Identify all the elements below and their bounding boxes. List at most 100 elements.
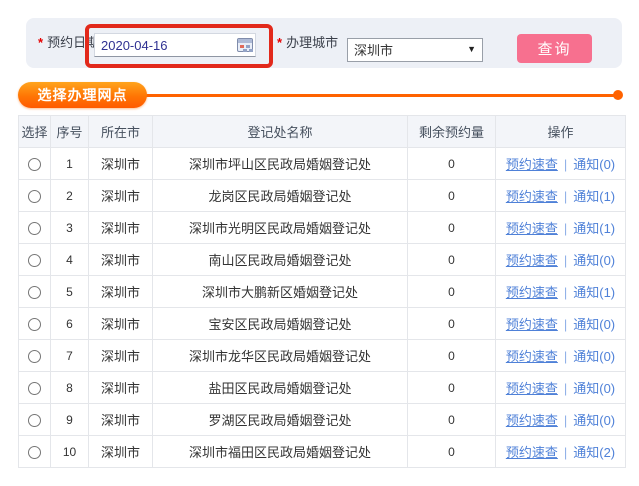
column-header-select: 选择: [19, 116, 51, 148]
site-radio[interactable]: [28, 190, 41, 203]
column-header-city: 所在市: [89, 116, 153, 148]
row-remaining-count: 0: [408, 372, 496, 404]
row-registry-name: 南山区民政局婚姻登记处: [153, 244, 408, 276]
quick-check-link[interactable]: 预约速查: [506, 413, 558, 428]
quick-check-link[interactable]: 预约速查: [506, 285, 558, 300]
row-registry-name: 深圳市福田区民政局婚姻登记处: [153, 436, 408, 468]
table-row: 6 深圳市 宝安区民政局婚姻登记处 0 预约速查|通知(0): [19, 308, 626, 340]
city-select[interactable]: 深圳市: [347, 38, 483, 62]
row-registry-name: 深圳市光明区民政局婚姻登记处: [153, 212, 408, 244]
site-radio[interactable]: [28, 446, 41, 459]
column-header-number: 序号: [51, 116, 89, 148]
row-city: 深圳市: [89, 308, 153, 340]
row-registry-name: 罗湖区民政局婚姻登记处: [153, 404, 408, 436]
notify-link[interactable]: 通知(0): [573, 317, 615, 332]
quick-check-link[interactable]: 预约速查: [506, 317, 558, 332]
section-divider-line: [140, 94, 618, 97]
link-separator: |: [564, 253, 567, 268]
row-remaining-count: 0: [408, 404, 496, 436]
row-registry-name: 深圳市大鹏新区婚姻登记处: [153, 276, 408, 308]
row-number: 3: [51, 212, 89, 244]
site-radio[interactable]: [28, 222, 41, 235]
site-radio[interactable]: [28, 318, 41, 331]
quick-check-link[interactable]: 预约速查: [506, 157, 558, 172]
site-radio[interactable]: [28, 414, 41, 427]
row-remaining-count: 0: [408, 276, 496, 308]
row-number: 5: [51, 276, 89, 308]
row-registry-name: 深圳市龙华区民政局婚姻登记处: [153, 340, 408, 372]
notify-link[interactable]: 通知(1): [573, 189, 615, 204]
row-city: 深圳市: [89, 180, 153, 212]
column-header-remaining: 剩余预约量: [408, 116, 496, 148]
row-city: 深圳市: [89, 372, 153, 404]
notify-link[interactable]: 通知(0): [573, 253, 615, 268]
table-row: 2 深圳市 龙岗区民政局婚姻登记处 0 预约速查|通知(1): [19, 180, 626, 212]
row-number: 8: [51, 372, 89, 404]
link-separator: |: [564, 189, 567, 204]
notify-link[interactable]: 通知(0): [573, 157, 615, 172]
row-city: 深圳市: [89, 212, 153, 244]
row-number: 4: [51, 244, 89, 276]
row-remaining-count: 0: [408, 180, 496, 212]
row-number: 10: [51, 436, 89, 468]
table-row: 7 深圳市 深圳市龙华区民政局婚姻登记处 0 预约速查 | 通知(0): [19, 340, 626, 372]
row-number: 1: [51, 148, 89, 180]
row-remaining-count: 0: [408, 340, 496, 372]
link-separator: |: [564, 221, 567, 236]
table-row: 1 深圳市 深圳市坪山区民政局婚姻登记处 0 预约速查|通知(0): [19, 148, 626, 180]
link-separator: |: [564, 381, 567, 396]
notify-link[interactable]: 通知(1): [573, 221, 615, 236]
table-row: 10 深圳市 深圳市福田区民政局婚姻登记处 0 预约速查 | 通知(2): [19, 436, 626, 468]
site-radio[interactable]: [28, 286, 41, 299]
row-city: 深圳市: [89, 276, 153, 308]
row-number: 7: [51, 340, 89, 372]
quick-check-link[interactable]: 预约速查: [506, 381, 558, 396]
quick-check-link[interactable]: 预约速查: [506, 445, 558, 460]
table-row: 3 深圳市 深圳市光明区民政局婚姻登记处 0 预约速查 | 通知(1): [19, 212, 626, 244]
table-header-row: 选择 序号 所在市 登记处名称 剩余预约量 操作: [19, 116, 626, 148]
notify-link[interactable]: 通知(1): [573, 285, 615, 300]
site-radio[interactable]: [28, 254, 41, 267]
notify-link[interactable]: 通知(0): [573, 413, 615, 428]
table-row: 4 深圳市 南山区民政局婚姻登记处 0 预约速查|通知(0): [19, 244, 626, 276]
row-registry-name: 龙岗区民政局婚姻登记处: [153, 180, 408, 212]
site-radio[interactable]: [28, 158, 41, 171]
table-body: 1 深圳市 深圳市坪山区民政局婚姻登记处 0 预约速查|通知(0) 2 深圳市 …: [19, 148, 626, 468]
quick-check-link[interactable]: 预约速查: [506, 221, 558, 236]
column-header-actions: 操作: [496, 116, 626, 148]
quick-check-link[interactable]: 预约速查: [506, 253, 558, 268]
city-field-label: *办理城市: [277, 18, 338, 68]
query-button[interactable]: 查询: [517, 34, 592, 63]
row-city: 深圳市: [89, 244, 153, 276]
required-marker: *: [277, 35, 282, 50]
quick-check-link[interactable]: 预约速查: [506, 189, 558, 204]
table-row: 8 深圳市 盐田区民政局婚姻登记处 0 预约速查 | 通知(0): [19, 372, 626, 404]
row-city: 深圳市: [89, 340, 153, 372]
site-radio[interactable]: [28, 382, 41, 395]
link-separator: |: [564, 285, 567, 300]
notify-link[interactable]: 通知(0): [573, 381, 615, 396]
calendar-icon[interactable]: [237, 38, 253, 52]
row-remaining-count: 0: [408, 436, 496, 468]
quick-check-link[interactable]: 预约速查: [506, 349, 558, 364]
link-separator: |: [564, 157, 567, 172]
row-registry-name: 盐田区民政局婚姻登记处: [153, 372, 408, 404]
site-radio[interactable]: [28, 350, 41, 363]
row-remaining-count: 0: [408, 308, 496, 340]
appointment-date-input[interactable]: [94, 33, 256, 57]
link-separator: |: [564, 445, 567, 460]
section-divider-dot: [613, 90, 623, 100]
row-number: 9: [51, 404, 89, 436]
link-separator: |: [564, 349, 567, 364]
row-number: 6: [51, 308, 89, 340]
row-remaining-count: 0: [408, 212, 496, 244]
required-marker: *: [38, 35, 43, 50]
row-city: 深圳市: [89, 148, 153, 180]
row-remaining-count: 0: [408, 148, 496, 180]
notify-link[interactable]: 通知(2): [573, 445, 615, 460]
link-separator: |: [564, 413, 567, 428]
row-city: 深圳市: [89, 436, 153, 468]
notify-link[interactable]: 通知(0): [573, 349, 615, 364]
date-field-label: *预约日期: [38, 18, 99, 68]
row-city: 深圳市: [89, 404, 153, 436]
